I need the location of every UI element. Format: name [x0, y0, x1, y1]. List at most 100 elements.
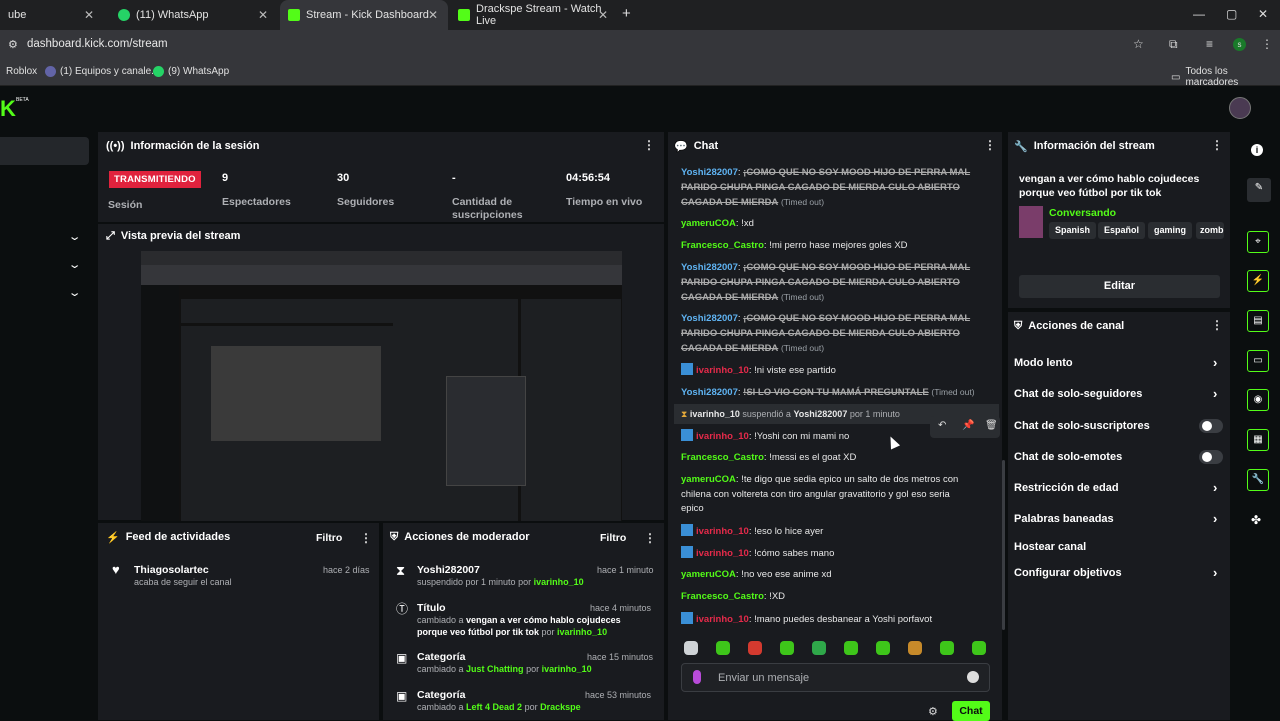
close-icon[interactable]: ✕ [598, 8, 608, 22]
emote-icon[interactable] [780, 641, 794, 655]
emote-icon[interactable] [748, 641, 762, 655]
url-field[interactable]: dashboard.kick.com/stream [27, 38, 168, 50]
close-icon[interactable]: ✕ [258, 8, 268, 22]
chat-message[interactable]: Yoshi282007: ¡COMO QUE NO SOY MOOD HIJO … [681, 166, 981, 211]
teams-icon [45, 66, 56, 77]
chevron-right-icon[interactable]: › [1213, 355, 1217, 370]
more-icon[interactable]: ⋮ [1211, 318, 1223, 332]
chat-message[interactable]: ivarinho_10: !cómo sabes mano [681, 546, 981, 562]
chevron-right-icon[interactable]: › [1213, 480, 1217, 495]
chat-message[interactable]: Francesco_Castro: !mi perro hase mejores… [681, 239, 981, 254]
broadcast-icon[interactable]: ◉ [1247, 389, 1269, 411]
bookmark-roblox[interactable]: Roblox [6, 66, 37, 77]
pin-icon[interactable]: 📌 [962, 420, 974, 431]
info-icon[interactable]: i [1251, 144, 1263, 156]
tab-youtube[interactable]: ube ✕ [0, 0, 104, 30]
chevron-right-icon[interactable]: › [1213, 511, 1217, 526]
chat-message[interactable]: yameruCOA: !no veo ese anime xd [681, 568, 981, 583]
site-info-icon[interactable]: ⚙ [8, 38, 18, 51]
chat-message[interactable]: Francesco_Castro: !XD [681, 590, 981, 605]
close-icon[interactable]: ✕ [84, 8, 94, 22]
activity-filter-button[interactable]: Filtro [316, 532, 342, 544]
chat-input[interactable]: Enviar un mensaje [681, 663, 990, 692]
microphone-icon[interactable] [693, 670, 701, 684]
emote-icon[interactable] [940, 641, 954, 655]
close-window-icon[interactable]: ✕ [1258, 7, 1268, 21]
bookmark-whatsapp[interactable]: (9) WhatsApp [153, 66, 229, 77]
chevron-right-icon[interactable]: › [1213, 386, 1217, 401]
chat-message[interactable]: Yoshi282007: ¡COMO QUE NO SOY MOOD HIJO … [681, 261, 981, 306]
chat-bubble-icon[interactable]: ▭ [1247, 350, 1269, 372]
bookmark-star-icon[interactable]: ☆ [1133, 37, 1144, 51]
more-icon[interactable]: ⋮ [644, 531, 656, 545]
close-icon[interactable]: ✕ [428, 8, 438, 22]
sidebar-item-stream[interactable] [0, 137, 89, 165]
extensions-icon[interactable]: ⧉ [1169, 37, 1178, 52]
emote-icon[interactable] [716, 641, 730, 655]
chat-message[interactable]: Yoshi282007: ¡COMO QUE NO SOY MOOD HIJO … [681, 312, 981, 357]
emotes-only-toggle[interactable] [1199, 450, 1223, 464]
bolt-icon[interactable]: ⚡ [1247, 270, 1269, 292]
chat-message[interactable]: Yoshi282007: !SI LO VIO CON TU MAMÁ PREG… [681, 385, 981, 401]
subscribers-only-toggle[interactable] [1199, 419, 1223, 433]
activity-feed-panel [98, 523, 379, 720]
slow-mode-item[interactable]: Modo lento [1014, 357, 1073, 369]
more-icon[interactable]: ⋮ [1211, 138, 1223, 152]
new-tab-icon[interactable]: + [622, 5, 631, 22]
chevron-down-icon[interactable]: ⌄ [68, 230, 82, 243]
chat-message[interactable]: yameruCOA: !te digo que sedia epico un s… [681, 473, 971, 517]
emote-icon[interactable] [876, 641, 890, 655]
edit-button[interactable]: Editar [1019, 275, 1220, 298]
chevron-down-icon[interactable]: ⌄ [68, 286, 82, 299]
chevron-down-icon[interactable]: ⌄ [68, 258, 82, 271]
followers-only-item[interactable]: Chat de solo-seguidores [1014, 388, 1142, 400]
maximize-icon[interactable]: ▢ [1226, 7, 1237, 21]
chat-message[interactable]: ivarinho_10: !eso lo hice ayer [681, 524, 981, 540]
trash-icon[interactable]: 🗑 [985, 420, 998, 431]
bookmark-equipos[interactable]: (1) Equipos y canale... [45, 66, 160, 77]
host-channel-item[interactable]: Hostear canal [1014, 541, 1086, 553]
chat-message[interactable]: ivarinho_10: !mano puedes desbanear a Yo… [681, 612, 981, 628]
age-restriction-item[interactable]: Restricción de edad [1014, 482, 1119, 494]
tab-kick-dashboard[interactable]: Stream - Kick Dashboard ✕ [280, 0, 448, 30]
activity-time: hace 2 días [323, 565, 370, 575]
more-icon[interactable]: ⋮ [360, 531, 372, 545]
all-bookmarks[interactable]: ▭ Todos los marcadores [1171, 66, 1280, 88]
minimize-icon[interactable]: — [1193, 7, 1205, 21]
emote-icon[interactable] [972, 641, 986, 655]
edit-pencil-icon[interactable]: ✎ [1247, 178, 1271, 202]
chat-scrollbar[interactable] [1002, 460, 1005, 630]
chevron-right-icon[interactable]: › [1213, 565, 1217, 580]
media-icon[interactable]: ≡ [1206, 37, 1213, 51]
capture-icon[interactable]: ⌖ [1247, 231, 1269, 253]
mod-filter-button[interactable]: Filtro [600, 532, 626, 544]
banned-words-item[interactable]: Palabras baneadas [1014, 513, 1114, 525]
undo-icon[interactable]: ↶ [938, 420, 946, 431]
menu-icon[interactable]: ⋮ [1261, 37, 1273, 51]
chat-message[interactable]: yameruCOA: !xd [681, 217, 981, 232]
emote-icon[interactable] [844, 641, 858, 655]
layout-icon[interactable]: ▦ [1247, 429, 1269, 451]
emote-icon[interactable] [812, 641, 826, 655]
emote-icon[interactable] [684, 641, 698, 655]
kick-logo[interactable]: K [0, 96, 16, 122]
tab-whatsapp[interactable]: (11) WhatsApp ✕ [110, 0, 278, 30]
emote-icon[interactable] [908, 641, 922, 655]
activity-feed-title: Feed de actividades [125, 531, 231, 543]
category-name[interactable]: Conversando [1049, 207, 1116, 219]
chat-message[interactable]: Francesco_Castro: !messi es el goat XD [681, 451, 981, 466]
more-icon[interactable]: ⋮ [984, 138, 996, 152]
user-avatar[interactable] [1229, 97, 1251, 119]
send-chat-button[interactable]: Chat [952, 701, 990, 721]
stream-preview[interactable] [141, 251, 622, 521]
apps-icon[interactable]: ✤ [1251, 513, 1261, 527]
profile-avatar[interactable]: s [1233, 38, 1246, 51]
more-icon[interactable]: ⋮ [643, 138, 655, 152]
configure-goals-item[interactable]: Configurar objetivos [1014, 567, 1122, 579]
tab-drackspe-stream[interactable]: Drackspe Stream - Watch Live ✕ [450, 0, 618, 30]
settings-gear-icon[interactable]: ⚙ [928, 705, 938, 718]
emoji-icon[interactable] [967, 671, 979, 683]
wrench-icon[interactable]: 🔧 [1247, 469, 1269, 491]
document-icon[interactable]: ▤ [1247, 310, 1269, 332]
chat-message[interactable]: ivarinho_10: !ni viste ese partido [681, 363, 981, 379]
